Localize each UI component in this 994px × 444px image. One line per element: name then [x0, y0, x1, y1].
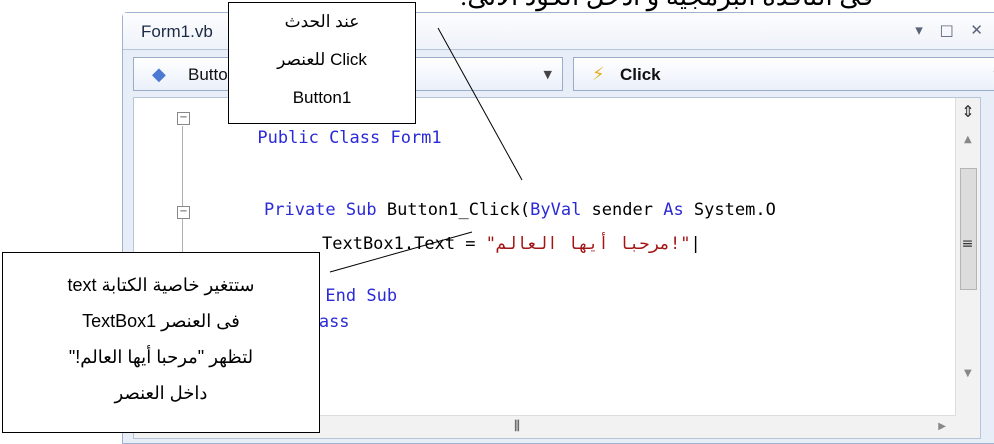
callout-line: Click للعنصر	[229, 41, 415, 79]
callout-line: Button1	[229, 79, 415, 117]
callout-line-event	[438, 28, 522, 180]
callout-line: داخل العنصر	[3, 375, 319, 411]
callout-text-property: ستتغير خاصية الكتابة text فى العنصر Text…	[2, 252, 320, 433]
callout-line: ستتغير خاصية الكتابة text	[3, 267, 319, 303]
callout-line: لتظهر "مرحبا أيها العالم!"	[3, 339, 319, 375]
callout-line: فى العنصر TextBox1	[3, 303, 319, 339]
callout-event: عند الحدث Click للعنصر Button1	[228, 2, 416, 124]
callout-line-text	[330, 232, 472, 272]
callout-line: عند الحدث	[229, 3, 415, 41]
